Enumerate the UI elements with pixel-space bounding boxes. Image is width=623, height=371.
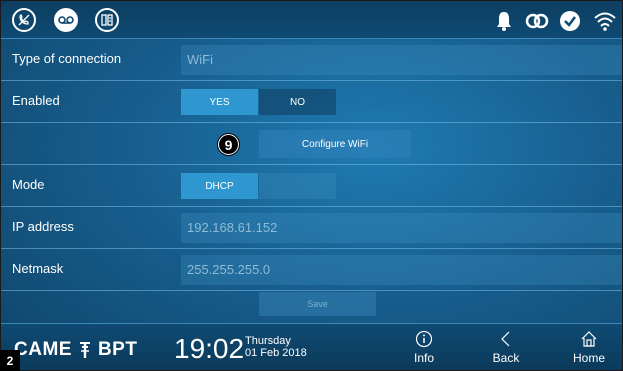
link-icon — [525, 10, 549, 32]
brand-logo: CAME BPT — [14, 339, 137, 361]
configure-row: 9 Configure WiFi — [1, 123, 622, 165]
info-icon — [415, 330, 433, 348]
top-status-bar — [1, 1, 622, 39]
wifi-icon — [593, 10, 616, 32]
enabled-no-button[interactable]: NO — [259, 89, 336, 115]
mode-label: Mode — [12, 177, 45, 192]
mode-row: Mode DHCP — [1, 165, 622, 207]
netmask-label: Netmask — [12, 261, 64, 276]
brand-left: CAME — [14, 339, 72, 360]
intercom-icon[interactable] — [95, 8, 119, 32]
check-circle-icon — [559, 10, 581, 32]
callout-badge: 9 — [217, 133, 240, 156]
info-button[interactable]: Info — [399, 330, 449, 370]
back-label: Back — [492, 351, 520, 365]
no-call-icon[interactable] — [12, 8, 36, 32]
connection-type-label: Type of connection — [12, 51, 122, 66]
configure-wifi-button[interactable]: Configure WiFi — [259, 130, 411, 158]
netmask-field[interactable]: 255.255.255.0 — [181, 255, 622, 285]
home-button[interactable]: Home — [564, 330, 614, 370]
answering-machine-icon[interactable] — [54, 8, 78, 32]
save-button[interactable]: Save — [259, 292, 376, 316]
clock-weekday: Thursday — [245, 335, 291, 347]
bottom-bar: CAME BPT 19:02 Thursday 01 Feb 2018 Info — [1, 323, 622, 370]
enabled-label: Enabled — [12, 93, 60, 108]
callout-number: 9 — [219, 135, 238, 154]
device-screen: Type of connection WiFi Enabled YES NO 9… — [0, 0, 623, 371]
brand-right: BPT — [97, 339, 138, 360]
back-icon — [501, 331, 510, 347]
home-icon — [581, 331, 597, 347]
enabled-row: Enabled YES NO — [1, 81, 622, 123]
info-label: Info — [413, 351, 434, 365]
figure-number: 2 — [0, 350, 20, 371]
clock-time: 19:02 — [174, 333, 245, 364]
brand-mark-icon — [79, 342, 90, 358]
home-label: Home — [572, 351, 605, 365]
ip-field[interactable]: 192.168.61.152 — [181, 213, 622, 243]
connection-type-row: Type of connection WiFi — [1, 39, 622, 81]
enabled-yes-button[interactable]: YES — [181, 89, 258, 115]
mode-dhcp-button[interactable]: DHCP — [181, 173, 258, 199]
netmask-row: Netmask 255.255.255.0 — [1, 249, 622, 291]
clock-date: 01 Feb 2018 — [245, 347, 307, 359]
ip-label: IP address — [12, 219, 74, 234]
bell-icon — [495, 10, 517, 32]
ip-row: IP address 192.168.61.152 — [1, 207, 622, 249]
connection-type-field[interactable]: WiFi — [181, 45, 622, 75]
back-button[interactable]: Back — [481, 330, 531, 370]
mode-static-button[interactable] — [259, 173, 336, 199]
